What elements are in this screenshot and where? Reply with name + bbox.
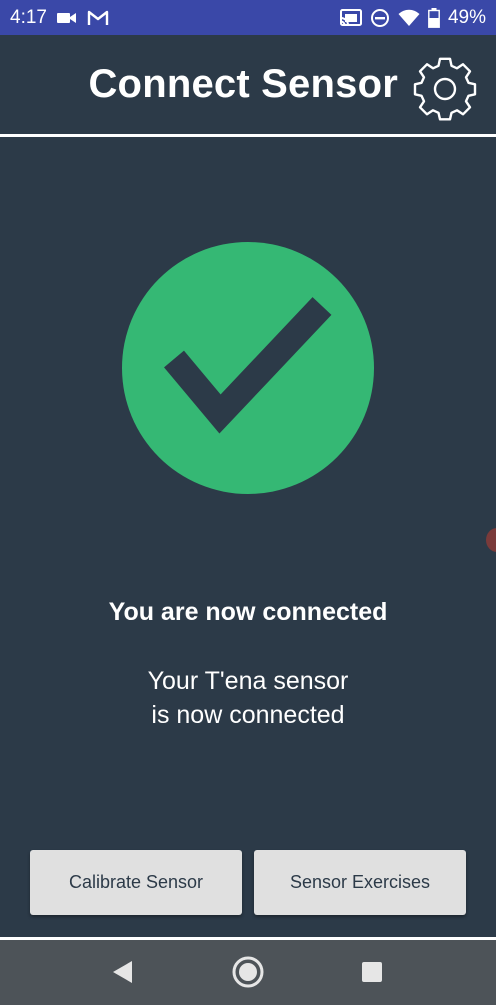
cast-icon — [339, 8, 362, 27]
page-title: Connect Sensor — [88, 62, 398, 106]
status-bar: 4:17 49% — [0, 0, 496, 35]
connect-sensor-screen: 4:17 49% Connect Sensor You are now conn… — [0, 0, 496, 1005]
connection-message: Your T'ena sensor is now connected — [0, 664, 496, 732]
status-left: 4:17 — [10, 7, 109, 29]
do-not-disturb-icon — [370, 8, 390, 28]
header-divider — [0, 134, 496, 137]
check-circle-icon — [122, 242, 374, 494]
video-camera-icon — [56, 11, 77, 25]
gmail-icon — [87, 10, 109, 26]
connection-message-line-1: Your T'ena sensor — [147, 667, 349, 695]
wifi-icon — [398, 9, 420, 27]
recents-icon[interactable] — [354, 954, 390, 990]
battery-percent: 49% — [447, 6, 486, 28]
back-icon[interactable] — [104, 954, 140, 990]
calibrate-sensor-button[interactable]: Calibrate Sensor — [30, 850, 242, 915]
connection-message-line-2: is now connected — [151, 701, 345, 729]
battery-icon — [428, 7, 440, 28]
status-time: 4:17 — [10, 6, 47, 28]
gear-icon[interactable] — [412, 56, 478, 122]
connection-title: You are now connected — [108, 598, 388, 626]
app-header: Connect Sensor — [0, 35, 496, 135]
system-nav-bar — [0, 940, 496, 1005]
sensor-exercises-button[interactable]: Sensor Exercises — [254, 850, 466, 915]
edge-indicator — [486, 528, 496, 552]
status-right: 49% — [339, 6, 486, 29]
home-icon[interactable] — [230, 954, 266, 990]
